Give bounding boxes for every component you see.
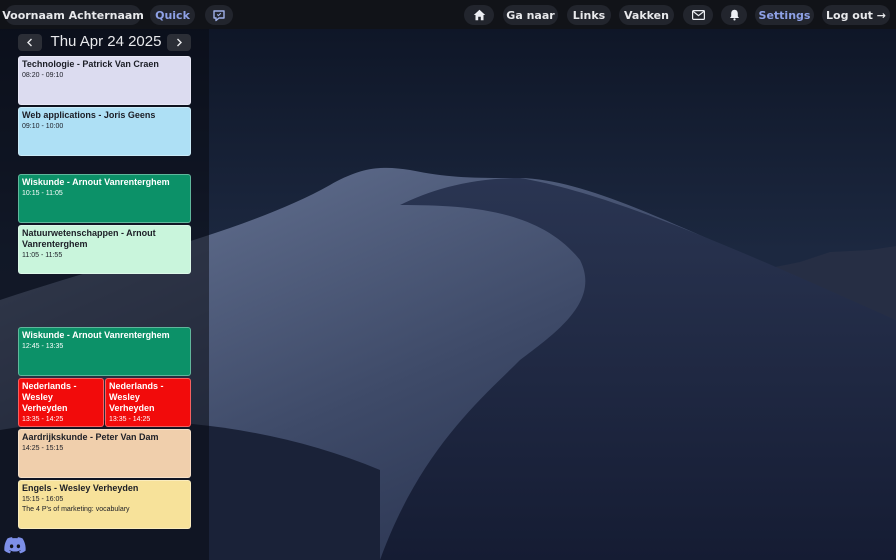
quick-button[interactable]: Quick	[150, 5, 195, 25]
event-title: Nederlands - Wesley Verheyden	[22, 381, 77, 413]
chevron-right-icon	[177, 38, 182, 47]
calendar-event[interactable]: Web applications - Joris Geens 09:10 - 1…	[18, 107, 191, 156]
calendar-event[interactable]: Nederlands - Wesley Verheyden 13:35 - 14…	[105, 378, 191, 427]
event-time: 12:45 - 13:35	[22, 343, 64, 350]
event-title: Nederlands - Wesley Verheyden	[109, 381, 164, 413]
event-time: 15:15 - 16:05	[22, 496, 64, 503]
notifications-button[interactable]	[721, 5, 747, 25]
event-note: The 4 P's of marketing: vocabulary	[22, 506, 130, 513]
calendar-date: Thu Apr 24 2025	[50, 33, 162, 50]
event-time: 11:05 - 11:55	[22, 252, 63, 259]
previous-day-button[interactable]	[18, 34, 42, 51]
bell-icon	[729, 9, 739, 21]
calendar-event[interactable]: Wiskunde - Arnout Vanrenterghem 12:45 - …	[18, 327, 191, 376]
event-title: Wiskunde - Arnout Vanrenterghem	[22, 177, 170, 187]
event-title: Natuurwetenschappen - Arnout Vanrentergh…	[22, 228, 156, 249]
event-title: Aardrijkskunde - Peter Van Dam	[22, 432, 159, 442]
calendar-event[interactable]: Wiskunde - Arnout Vanrenterghem 10:15 - …	[18, 174, 191, 223]
chat-button[interactable]	[205, 5, 233, 25]
event-title: Wiskunde - Arnout Vanrenterghem	[22, 330, 170, 340]
calendar-event[interactable]: Nederlands - Wesley Verheyden 13:35 - 14…	[18, 378, 104, 427]
event-time: 09:10 - 10:00	[22, 123, 64, 130]
chat-icon	[213, 9, 225, 21]
mail-icon	[691, 10, 705, 20]
home-button[interactable]	[464, 5, 494, 25]
calendar-event[interactable]: Aardrijkskunde - Peter Van Dam 14:25 - 1…	[18, 429, 191, 478]
calendar-event[interactable]: Technologie - Patrick Van Craen 08:20 - …	[18, 56, 191, 105]
event-time: 14:25 - 15:15	[22, 445, 64, 452]
mail-button[interactable]	[683, 5, 713, 25]
chevron-left-icon	[27, 38, 32, 47]
calendar-event[interactable]: Engels - Wesley Verheyden 15:15 - 16:05 …	[18, 480, 191, 529]
event-time: 13:35 - 14:25	[22, 416, 64, 423]
next-day-button[interactable]	[167, 34, 191, 51]
user-name-button[interactable]: Voornaam Achternaam	[2, 5, 144, 25]
event-title: Web applications - Joris Geens	[22, 110, 156, 120]
discord-icon[interactable]	[4, 537, 26, 554]
event-time: 13:35 - 14:25	[109, 416, 151, 423]
logout-button[interactable]: Log out →	[822, 5, 890, 25]
ga-naar-button[interactable]: Ga naar	[503, 5, 558, 25]
settings-button[interactable]: Settings	[755, 5, 814, 25]
top-navigation-bar: Voornaam Achternaam Quick Ga naar Links …	[0, 0, 896, 29]
event-title: Engels - Wesley Verheyden	[22, 483, 139, 493]
event-title: Technologie - Patrick Van Craen	[22, 59, 159, 69]
event-time: 08:20 - 09:10	[22, 72, 64, 79]
calendar-event[interactable]: Natuurwetenschappen - Arnout Vanrentergh…	[18, 225, 191, 274]
vakken-button[interactable]: Vakken	[619, 5, 674, 25]
home-icon	[473, 9, 485, 21]
links-button[interactable]: Links	[567, 5, 611, 25]
event-time: 10:15 - 11:05	[22, 190, 63, 197]
